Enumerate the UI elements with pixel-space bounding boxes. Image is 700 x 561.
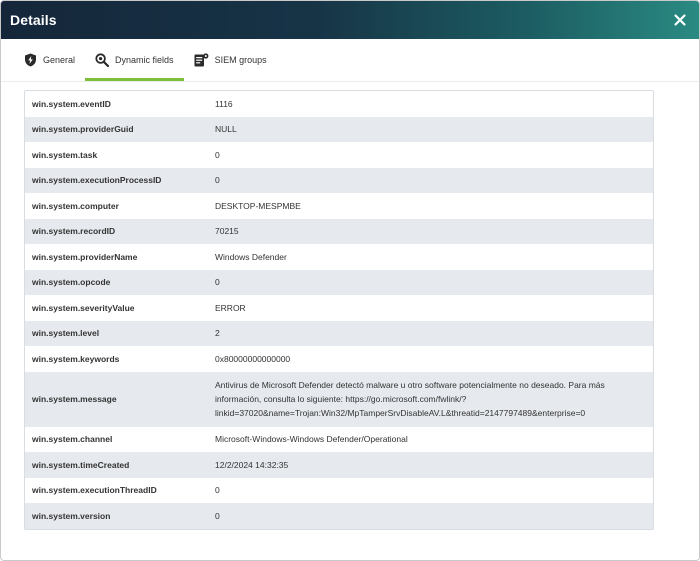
details-dialog: Details General Dynamic fields SIEM grou… — [0, 0, 700, 561]
table-row: win.system.channel Microsoft-Windows-Win… — [25, 426, 653, 452]
table-row: win.system.severityValue ERROR — [25, 295, 653, 321]
field-name: win.system.version — [32, 510, 111, 521]
field-name: win.system.providerGuid — [32, 124, 134, 135]
field-value: 0 — [215, 510, 220, 521]
field-name: win.system.task — [32, 149, 98, 160]
field-value: 0 — [215, 277, 220, 288]
field-value: 0 — [215, 149, 220, 160]
tab-siem-groups-label: SIEM groups — [214, 54, 267, 65]
tab-siem-groups[interactable]: SIEM groups — [184, 38, 277, 81]
field-name: win.system.level — [32, 328, 100, 339]
field-name: win.system.providerName — [32, 251, 138, 262]
table-row: win.system.keywords 0x80000000000000 — [25, 346, 653, 372]
field-name: win.system.message — [32, 394, 117, 404]
field-name: win.system.executionThreadID — [32, 485, 157, 496]
field-value: Antivirus de Microsoft Defender detectó … — [215, 380, 605, 418]
field-name: win.system.recordID — [32, 226, 116, 237]
field-value: 12/2/2024 14:32:35 — [215, 459, 289, 470]
field-name: win.system.computer — [32, 200, 119, 211]
tab-bar: General Dynamic fields SIEM groups — [1, 39, 699, 82]
table-row: win.system.message Antivirus de Microsof… — [25, 371, 653, 427]
field-name: win.system.opcode — [32, 277, 111, 288]
tab-general[interactable]: General — [14, 38, 85, 81]
table-row: win.system.eventID 1116 — [25, 91, 653, 117]
close-button[interactable] — [671, 11, 689, 29]
field-value: 0 — [215, 175, 220, 186]
field-name: win.system.executionProcessID — [32, 175, 162, 186]
field-name: win.system.timeCreated — [32, 459, 130, 470]
table-row: win.system.executionProcessID 0 — [25, 167, 653, 193]
table-row: win.system.task 0 — [25, 142, 653, 168]
document-gear-icon — [194, 52, 209, 67]
table-row: win.system.executionThreadID 0 — [25, 477, 653, 503]
field-value: 0x80000000000000 — [215, 353, 291, 364]
field-name: win.system.channel — [32, 434, 113, 445]
magnifier-icon — [95, 52, 110, 67]
field-value: Windows Defender — [215, 251, 287, 262]
tab-dynamic-fields[interactable]: Dynamic fields — [85, 38, 184, 81]
tab-general-label: General — [43, 54, 76, 65]
table-row: win.system.recordID 70215 — [25, 218, 653, 244]
close-icon — [674, 14, 686, 26]
field-value: Microsoft-Windows-Windows Defender/Opera… — [215, 434, 408, 445]
field-value: 1116 — [215, 98, 233, 109]
table-row: win.system.level 2 — [25, 320, 653, 346]
field-value: 70215 — [215, 226, 239, 237]
table-row: win.system.providerGuid NULL — [25, 116, 653, 142]
field-value: 0 — [215, 485, 220, 496]
tab-dynamic-fields-label: Dynamic fields — [115, 54, 174, 65]
dialog-title: Details — [10, 12, 57, 28]
table-row: win.system.timeCreated 12/2/2024 14:32:3… — [25, 452, 653, 478]
field-value: 2 — [215, 328, 220, 339]
field-name: win.system.keywords — [32, 353, 120, 364]
field-value: DESKTOP-MESPMBE — [215, 200, 301, 211]
table-row: win.system.version 0 — [25, 503, 653, 529]
table-row: win.system.computer DESKTOP-MESPMBE — [25, 193, 653, 219]
field-name: win.system.eventID — [32, 98, 111, 109]
dialog-header: Details — [1, 1, 699, 39]
field-value: ERROR — [215, 302, 246, 313]
shield-bolt-icon — [24, 53, 37, 67]
table-row: win.system.providerName Windows Defender — [25, 244, 653, 270]
dynamic-fields-table: win.system.eventID 1116 win.system.provi… — [24, 90, 654, 530]
table-row: win.system.opcode 0 — [25, 269, 653, 295]
field-value: NULL — [215, 124, 237, 135]
field-name: win.system.severityValue — [32, 302, 135, 313]
